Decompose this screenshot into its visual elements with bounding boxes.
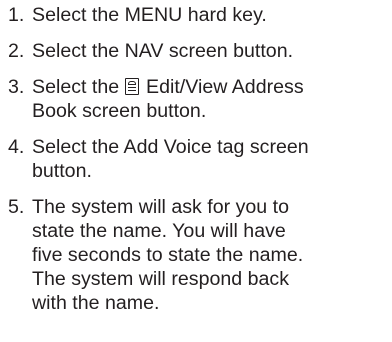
step-1: 1. Select the MENU hard key.: [0, 3, 392, 27]
step-text: Select the MENU hard key.: [32, 4, 267, 26]
step-2: 2. Select the NAV screen button.: [0, 39, 392, 63]
step-text: Select the NAV screen button.: [32, 40, 294, 62]
step-text-line-4: The system will respond back: [32, 268, 289, 290]
instruction-list: 1. Select the MENU hard key. 2. Select t…: [0, 3, 392, 327]
step-text-line-2: Book screen button.: [32, 100, 207, 122]
address-book-icon: [124, 78, 139, 95]
step-text-line-2: button.: [32, 160, 92, 182]
step-number: 5.: [8, 196, 25, 218]
step-text-line-1: The system will ask for you to: [32, 196, 289, 218]
step-number: 3.: [8, 76, 25, 98]
step-3: 3. Select the Edit/View Address Book scr…: [0, 75, 392, 123]
step-text-suffix: Edit/View Address: [146, 76, 304, 98]
step-text-line-3: five seconds to state the name.: [32, 244, 304, 266]
step-4: 4. Select the Add Voice tag screen butto…: [0, 135, 392, 183]
step-text-line-2: state the name. You will have: [32, 220, 286, 242]
step-5: 5. The system will ask for you to state …: [0, 195, 392, 315]
step-number: 4.: [8, 136, 25, 158]
step-text-line-1: Select the Add Voice tag screen: [32, 136, 309, 158]
step-text-prefix: Select the: [32, 76, 125, 98]
step-number: 1.: [8, 4, 25, 26]
step-number: 2.: [8, 40, 25, 62]
step-text-line-5: with the name.: [32, 292, 160, 314]
step-text-line-1: Select the Edit/View Address: [32, 75, 392, 99]
